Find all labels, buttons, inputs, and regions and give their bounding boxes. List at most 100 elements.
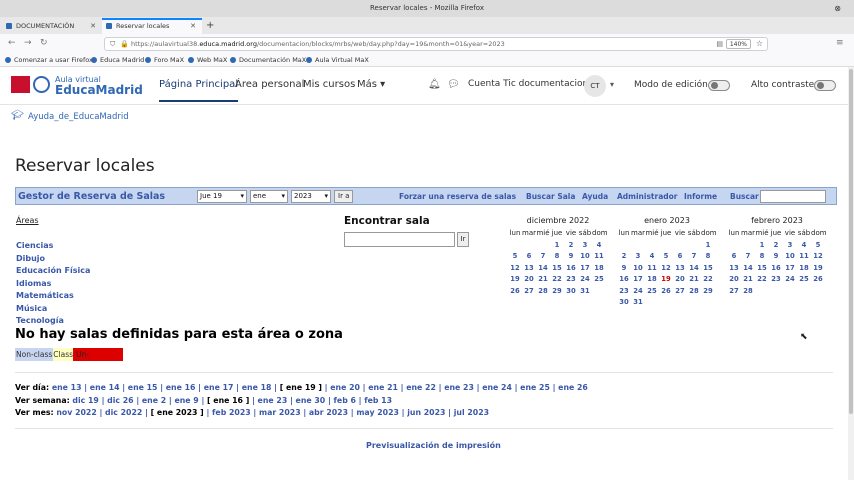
view-month-link[interactable]: abr 2023 [309,408,348,417]
calendar-day[interactable]: 3 [783,241,797,253]
calendar-day[interactable]: 16 [564,264,578,276]
nav-mas[interactable]: Más ▾ [357,79,385,90]
calendar-day[interactable]: 16 [617,275,631,287]
view-week-link[interactable]: ene 2 [142,396,166,405]
view-month-link[interactable]: feb 2023 [212,408,251,417]
tab-documentacion[interactable]: DOCUMENTACIÓN ✕ [2,18,102,34]
calendar-day[interactable]: 27 [673,287,687,299]
calendar-day[interactable]: 28 [741,287,755,299]
calendar-day[interactable]: 26 [508,287,522,299]
calendar-day[interactable]: 13 [522,264,536,276]
report-link[interactable]: Informe [684,192,717,201]
calendar-day[interactable]: 10 [578,252,592,264]
view-week-link[interactable]: feb 6 [334,396,356,405]
calendar-day[interactable]: 28 [687,287,701,299]
calendar-day[interactable]: 5 [659,252,673,264]
logo-line2[interactable]: EducaMadrid [55,83,143,97]
calendar-day[interactable]: 25 [797,275,811,287]
calendar-day[interactable]: 27 [522,287,536,299]
reader-view-icon[interactable]: ▤ [716,38,723,50]
calendar-day[interactable]: 29 [550,287,564,299]
bell-icon[interactable]: 🔔︎ [428,79,441,90]
calendar-day[interactable]: 23 [564,275,578,287]
calendar-day[interactable]: 4 [592,241,606,253]
bookmark-item[interactable]: Web MaX [188,54,227,67]
chevron-down-icon[interactable]: ▾ [610,80,614,89]
calendar-day[interactable]: 13 [727,264,741,276]
year-select[interactable]: 2023 [291,190,331,203]
calendar-day[interactable]: 9 [564,252,578,264]
view-week-link[interactable]: ene 23 [258,396,288,405]
page-scrollbar[interactable] [848,67,854,480]
calendar-day[interactable]: 19 [811,264,825,276]
calendar-day[interactable]: 14 [536,264,550,276]
calendar-day[interactable]: 11 [797,252,811,264]
calendar-day[interactable]: 2 [617,252,631,264]
calendar-day[interactable]: 8 [755,252,769,264]
calendar-day[interactable]: 8 [550,252,564,264]
view-day-link[interactable]: ene 22 [406,383,436,392]
calendar-day[interactable]: 17 [578,264,592,276]
calendar-day[interactable]: 27 [727,287,741,299]
close-tab-icon[interactable]: ✕ [190,20,196,33]
calendar-day[interactable]: 1 [755,241,769,253]
calendar-day[interactable]: 6 [522,252,536,264]
lock-icon[interactable]: 🔒 [120,38,129,50]
view-week-link[interactable]: dic 19 [72,396,98,405]
url-bar[interactable]: ⛉ 🔒 https://aulavirtual38.educa.madrid.o… [104,37,768,51]
print-preview-link[interactable]: Previsualización de impresión [366,441,501,450]
calendar-day[interactable]: 18 [645,275,659,287]
close-tab-icon[interactable]: ✕ [90,18,96,34]
calendar-day[interactable]: 14 [741,264,755,276]
help-link[interactable]: Ayuda [582,192,608,201]
calendar-day[interactable]: 17 [783,264,797,276]
month-select[interactable]: ene [250,190,288,203]
calendar-day[interactable]: 26 [811,275,825,287]
calendar-day[interactable]: 12 [811,252,825,264]
area-item[interactable]: Matemáticas [16,291,74,300]
calendar-day[interactable]: 2 [769,241,783,253]
calendar-day[interactable]: 12 [508,264,522,276]
calendar-day[interactable]: 11 [645,264,659,276]
window-close-icon[interactable]: ⊗ [834,0,848,17]
calendar-day[interactable]: 25 [592,275,606,287]
calendar-day[interactable]: 28 [536,287,550,299]
back-icon[interactable]: ← [8,38,16,48]
view-day-link[interactable]: ene 16 [166,383,196,392]
view-day-link[interactable]: ene 14 [90,383,120,392]
calendar-day[interactable]: 18 [797,264,811,276]
mrbs-title[interactable]: Gestor de Reserva de Salas [18,191,165,202]
calendar-day[interactable]: 5 [811,241,825,253]
calendar-day[interactable]: 7 [536,252,550,264]
calendar-day[interactable]: 8 [701,252,715,264]
calendar-day[interactable]: 21 [741,275,755,287]
calendar-day[interactable]: 24 [631,287,645,299]
calendar-day[interactable]: 22 [701,275,715,287]
view-day-link[interactable]: ene 20 [330,383,360,392]
find-room-button[interactable]: Ir [457,232,469,247]
tab-reservar-locales[interactable]: Reservar locales ✕ [102,18,202,34]
high-contrast-toggle[interactable] [814,80,836,91]
day-select[interactable]: Jue 19 [197,190,247,203]
user-name[interactable]: Cuenta Tic documentacion [468,79,588,89]
calendar-day[interactable]: 3 [578,241,592,253]
calendar-day[interactable]: 20 [673,275,687,287]
view-week-link[interactable]: ene 30 [296,396,326,405]
zoom-level[interactable]: 140% [725,39,751,49]
calendar-day[interactable]: 31 [631,298,645,310]
calendar-day[interactable]: 5 [508,252,522,264]
calendar-day[interactable]: 24 [783,275,797,287]
calendar-day[interactable]: 23 [769,275,783,287]
area-item[interactable]: Educación Física [16,266,90,275]
go-to-date-button[interactable]: Ir a [334,190,354,203]
calendar-day[interactable]: 21 [687,275,701,287]
nav-mis-cursos[interactable]: Mis cursos [303,79,355,90]
menu-icon[interactable]: ≡ [836,38,844,48]
view-month-link[interactable]: may 2023 [356,408,399,417]
calendar-day[interactable]: 9 [769,252,783,264]
calendar-day[interactable]: 20 [727,275,741,287]
bookmark-item[interactable]: Foro MaX [145,54,184,67]
calendar-day[interactable]: 10 [783,252,797,264]
calendar-day[interactable]: 25 [645,287,659,299]
view-week-link[interactable]: feb 13 [364,396,392,405]
